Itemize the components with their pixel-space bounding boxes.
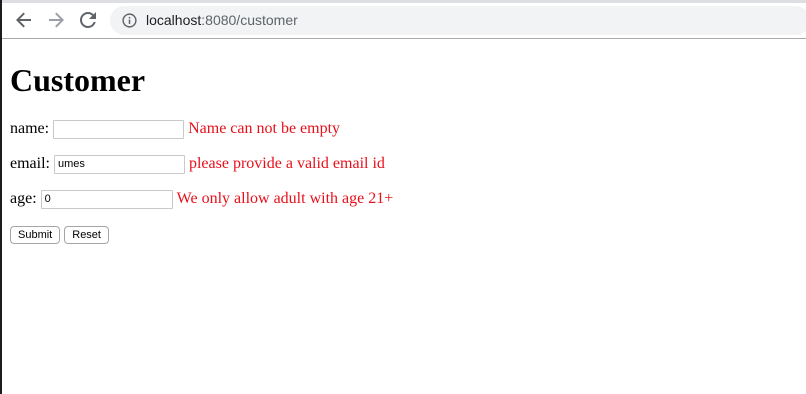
email-row: email: please provide a valid email id (10, 154, 385, 174)
reset-button[interactable]: Reset (64, 226, 109, 244)
age-label: age: (10, 190, 37, 207)
forward-button[interactable] (44, 8, 68, 32)
info-icon[interactable] (122, 13, 137, 28)
name-label: name: (10, 120, 50, 137)
email-error: please provide a valid email id (188, 155, 385, 172)
name-error: Name can not be empty (188, 120, 341, 137)
url-path: :8080/customer (201, 12, 298, 28)
browser-toolbar: localhost:8080/customer (2, 0, 806, 39)
url-text[interactable]: localhost:8080/customer (146, 12, 298, 29)
window-edge (0, 0, 2, 394)
address-bar[interactable]: localhost:8080/customer (110, 6, 806, 35)
submit-button[interactable]: Submit (10, 226, 61, 244)
toolbar-top-border (2, 0, 806, 3)
page-title: Customer (10, 62, 146, 98)
age-row: age: We only allow adult with age 21+ (10, 189, 393, 209)
name-input[interactable] (53, 119, 185, 139)
back-button[interactable] (12, 8, 36, 32)
email-label: email: (10, 155, 50, 172)
name-row: name: Name can not be empty (10, 119, 340, 139)
url-host: localhost (146, 12, 202, 28)
reload-button[interactable] (76, 8, 100, 32)
reload-icon (80, 12, 96, 28)
email-input[interactable] (53, 154, 185, 174)
age-error: We only allow adult with age 21+ (176, 190, 394, 207)
age-input[interactable] (40, 189, 173, 209)
form-buttons: Submit Reset (10, 226, 109, 244)
forward-arrow-icon (49, 12, 64, 28)
back-arrow-icon (16, 12, 31, 28)
